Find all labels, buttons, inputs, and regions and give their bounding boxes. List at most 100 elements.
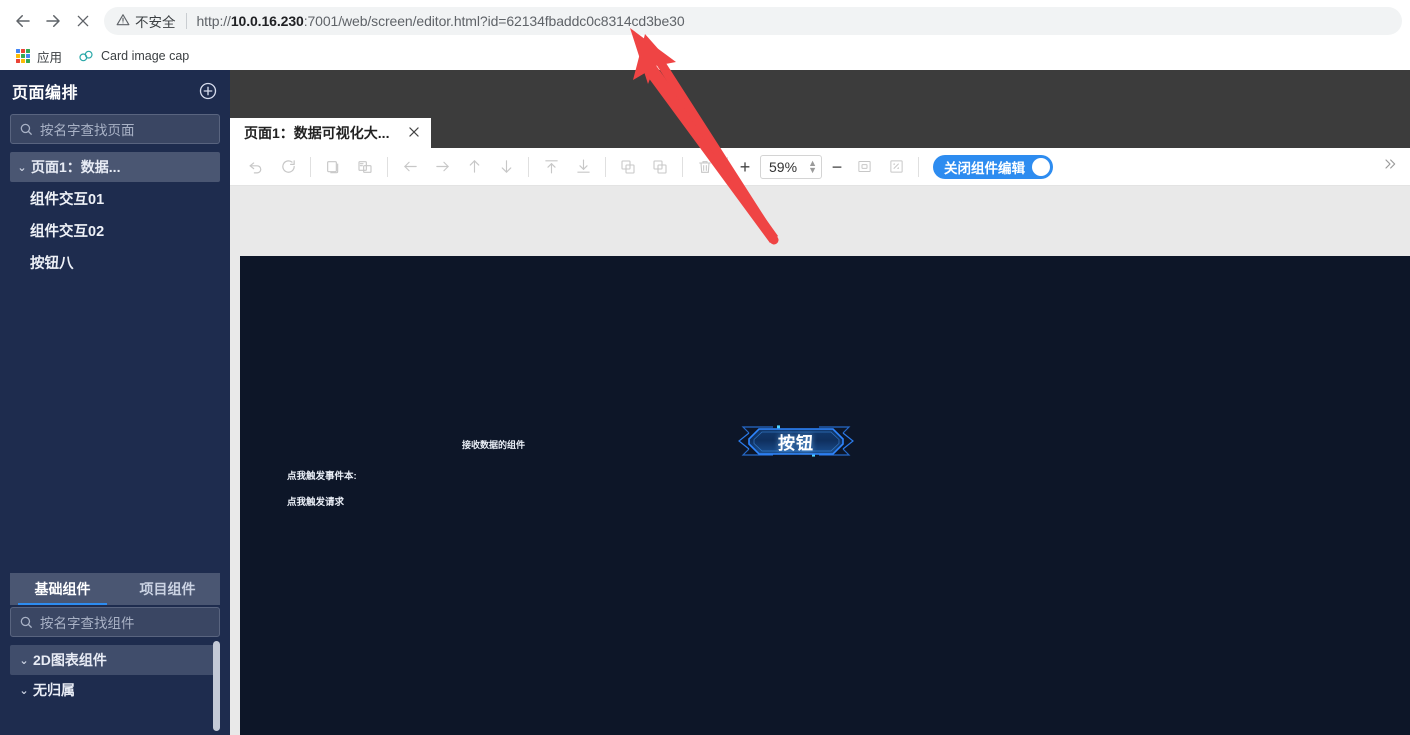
toggle-knob <box>1032 157 1050 176</box>
component-search-input[interactable]: 按名字查找组件 <box>10 607 220 637</box>
page-tree-item-component-interaction-01[interactable]: 组件交互01 <box>0 182 230 214</box>
editor-tab-label: 页面1：数据可视化大... <box>244 125 390 141</box>
canvas-button-label: 按钮 <box>778 433 814 453</box>
search-icon <box>20 123 32 135</box>
url-prefix: http:// <box>196 13 231 29</box>
tab-basic-components[interactable]: 基础组件 <box>10 573 115 605</box>
toolbar-divider <box>528 156 529 177</box>
send-to-back-button[interactable] <box>567 152 599 182</box>
chevron-double-right-icon[interactable] <box>1376 156 1404 177</box>
component-edit-toggle-label: 关闭组件编辑 <box>944 160 1025 176</box>
chevron-down-icon[interactable]: ⌄ <box>16 161 28 174</box>
components-scrollbar[interactable] <box>213 641 220 731</box>
components-panel: 基础组件 项目组件 按名字查找组件 ⌄ 2D图表组件 ⌄ 无归属 <box>0 573 230 735</box>
copy-button[interactable] <box>317 152 349 182</box>
url-text[interactable]: http://10.0.16.230:7001/web/screen/edito… <box>197 13 685 29</box>
zoom-input[interactable]: 59% ▲ ▼ <box>760 154 822 179</box>
page-search-input[interactable]: 按名字查找页面 <box>10 114 220 144</box>
stop-button[interactable] <box>68 6 98 36</box>
security-chip[interactable]: 不安全 <box>116 11 176 31</box>
component-category-label: 无归属 <box>33 682 75 698</box>
components-tabs: 基础组件 项目组件 <box>10 573 220 605</box>
toolbar-divider <box>310 156 311 177</box>
browser-chrome: 不安全 http://10.0.16.230:7001/web/screen/e… <box>0 0 1410 70</box>
forward-button[interactable] <box>38 6 68 36</box>
align-right-button[interactable] <box>426 152 458 182</box>
paste-button[interactable] <box>349 152 381 182</box>
page-tree-item-component-interaction-02[interactable]: 组件交互02 <box>0 214 230 246</box>
omnibox-divider <box>185 13 187 29</box>
bring-to-front-button[interactable] <box>535 152 567 182</box>
close-icon[interactable] <box>407 125 421 142</box>
align-up-button[interactable] <box>458 152 490 182</box>
address-bar[interactable]: 不安全 http://10.0.16.230:7001/web/screen/e… <box>104 7 1402 35</box>
page-tree-root-label: 页面1：数据... <box>31 159 121 175</box>
pages-panel-header: 页面编排 <box>0 70 230 112</box>
warning-triangle-icon <box>116 13 130 29</box>
screen-artboard[interactable]: 接收数据的组件 点我触发事件本: 点我触发请求 按钮 <box>240 256 1410 735</box>
component-edit-toggle[interactable]: 关闭组件编辑 <box>933 154 1053 179</box>
redo-button[interactable] <box>272 152 304 182</box>
toolbar-divider <box>387 156 388 177</box>
toolbar-divider <box>918 156 919 177</box>
fit-screen-icon[interactable] <box>848 152 880 182</box>
bookmark-apps-label: 应用 <box>37 50 63 65</box>
security-label: 不安全 <box>135 15 176 30</box>
page-tree-item-label: 按钮八 <box>30 255 74 272</box>
editor-canvas-area[interactable]: 接收数据的组件 点我触发事件本: 点我触发请求 按钮 <box>230 186 1410 735</box>
delete-button[interactable] <box>689 152 721 182</box>
application-window: 页面编排 按名字查找页面 ⌄ 页面1：数据... 组件交互01 组件交互02 按… <box>0 70 1410 735</box>
align-left-button[interactable] <box>394 152 426 182</box>
back-button[interactable] <box>8 6 38 36</box>
browser-nav-bar: 不安全 http://10.0.16.230:7001/web/screen/e… <box>0 0 1410 42</box>
page-tree-root[interactable]: ⌄ 页面1：数据... <box>10 152 220 182</box>
zoom-out-button[interactable]: − <box>826 153 848 181</box>
link-chain-icon <box>78 49 94 63</box>
page-tree-item-label: 组件交互02 <box>30 223 105 240</box>
editor-tab-screen[interactable]: 页面1：数据可视化大... <box>230 118 432 148</box>
trigger-event-label[interactable]: 点我触发事件本: <box>287 468 357 482</box>
ungroup-button[interactable] <box>644 152 676 182</box>
tab-project-components-label: 项目组件 <box>139 581 196 597</box>
align-down-button[interactable] <box>490 152 522 182</box>
bookmark-card-image-cap[interactable]: Card image cap <box>74 47 193 65</box>
receiver-component-label[interactable]: 接收数据的组件 <box>462 438 525 451</box>
zoom-value: 59% <box>769 158 798 175</box>
apps-grid-icon <box>16 49 30 63</box>
trigger-request-label[interactable]: 点我触发请求 <box>287 494 344 508</box>
editor-toolbar: + 59% ▲ ▼ − 关闭组件编辑 <box>230 148 1410 186</box>
tab-basic-components-label: 基础组件 <box>34 581 91 597</box>
toolbar-divider <box>605 156 606 177</box>
page-search-placeholder: 按名字查找页面 <box>40 123 135 138</box>
zoom-stepper[interactable]: ▲ ▼ <box>808 158 817 174</box>
page-tree-item-button-eight[interactable]: 按钮八 <box>0 246 230 278</box>
fullscreen-icon[interactable] <box>880 152 912 182</box>
pages-panel-title: 页面编排 <box>12 85 79 102</box>
pages-panel: 页面编排 按名字查找页面 ⌄ 页面1：数据... 组件交互01 组件交互02 按… <box>0 70 230 573</box>
plus-circle-icon[interactable] <box>198 81 218 101</box>
page-tree-item-label: 组件交互01 <box>30 191 105 208</box>
zoom-in-button[interactable]: + <box>734 153 756 181</box>
component-category-unassigned[interactable]: ⌄ 无归属 <box>10 675 220 705</box>
url-rest: :7001/web/screen/editor.html?id=62134fba… <box>303 13 685 29</box>
component-search-placeholder: 按名字查找组件 <box>40 616 135 631</box>
chevron-down-icon[interactable]: ⌄ <box>18 654 30 667</box>
component-category-2d-charts[interactable]: ⌄ 2D图表组件 <box>10 645 220 675</box>
bookmark-apps[interactable]: 应用 <box>12 45 66 68</box>
undo-button[interactable] <box>240 152 272 182</box>
editor-tabstrip: 页面1：数据可视化大... <box>230 118 1410 148</box>
tab-project-components[interactable]: 项目组件 <box>115 573 220 605</box>
editor-main: 页面1：数据可视化大... + 59% ▲ ▼ − 关闭组件编辑 接收数据的组件… <box>230 70 1410 735</box>
left-sidebar: 页面编排 按名字查找页面 ⌄ 页面1：数据... 组件交互01 组件交互02 按… <box>0 70 230 735</box>
group-button[interactable] <box>612 152 644 182</box>
editor-topbar <box>230 70 1410 118</box>
toolbar-divider <box>682 156 683 177</box>
bookmark-card-image-cap-label: Card image cap <box>101 49 190 63</box>
canvas-button-widget[interactable]: 按钮 <box>733 417 859 465</box>
toolbar-divider <box>727 156 728 177</box>
search-icon <box>20 616 32 628</box>
url-host: 10.0.16.230 <box>230 13 304 29</box>
component-category-label: 2D图表组件 <box>33 652 107 668</box>
chevron-down-icon[interactable]: ⌄ <box>18 684 30 697</box>
bookmarks-bar: 应用 Card image cap <box>0 42 1410 70</box>
